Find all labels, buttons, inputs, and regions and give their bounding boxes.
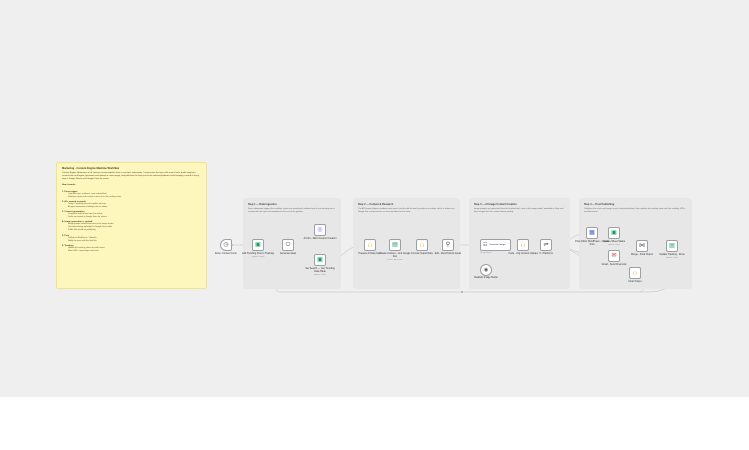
node-sheet-status[interactable]: ▣: [608, 227, 620, 239]
edit-icon: ⚲: [445, 242, 451, 248]
sticky-step: 2. AI + search research Tavily / Perplex…: [62, 201, 201, 209]
sticky-step-item: Store URLs, timestamps and costs: [68, 249, 99, 252]
section-title: Step 1 — Data Ingestion: [248, 203, 277, 206]
document-icon: ▤: [669, 243, 675, 249]
sticky-note[interactable]: Marketing · Content Engine Machine Workf…: [56, 162, 207, 289]
node-label-text: Update Tracking - Done: [659, 253, 685, 256]
node-image-agent[interactable]: ☷ Generate Image: [480, 239, 511, 251]
merge-icon: ⋈: [639, 243, 645, 249]
node-label: Merge - Final Output: [631, 253, 653, 256]
node-form-trigger[interactable]: ◷: [220, 239, 232, 251]
section-description: Image prompts are generated from the fin…: [474, 208, 564, 213]
node-research-ai[interactable]: ◎: [314, 224, 326, 236]
node-create-doc[interactable]: ▤: [389, 239, 401, 251]
section-title: Step 4 — Post Publishing: [584, 203, 615, 206]
node-code-prepare[interactable]: { }: [364, 239, 376, 251]
node-final-sheet[interactable]: ▤: [666, 240, 678, 252]
sheets-icon: ▣: [611, 230, 617, 236]
node-label: Enter: Content Form: [215, 252, 237, 255]
sticky-intro: Content Engine. Automates a full content…: [62, 172, 200, 180]
gmail-icon: ✉: [611, 253, 617, 259]
node-final-output[interactable]: { }: [629, 267, 641, 279]
node-label: AI Info - SEO Content Creation: [303, 237, 337, 240]
sticky-step-item: AI agent summarizes findings into an out…: [68, 206, 108, 208]
code-icon: { }: [368, 242, 372, 247]
sticky-step: 1. Form trigger Captures topic, audience…: [62, 191, 201, 199]
code-icon: { }: [420, 242, 424, 247]
power-icon: ⏻: [285, 242, 291, 248]
node-sublabel: update: sheet: [607, 243, 621, 246]
node-label-text: Update Sheet Status: [602, 240, 626, 243]
workflow-canvas[interactable]: Marketing · Content Engine Machine Workf…: [0, 0, 749, 397]
node-code-format[interactable]: { }: [416, 239, 428, 251]
node-sublabel: create: document: [387, 258, 403, 261]
sticky-step-item: Validates inputs and creates a new row i…: [68, 195, 122, 198]
node-label-text: Add Trending Post to Tracking: [241, 252, 275, 255]
node-label: Realistic Image Model: [474, 276, 498, 279]
node-label: Gmail - Send Final Link: [601, 263, 627, 266]
sticky-step: 5. Post Publish to WordPress / LinkedIn …: [62, 235, 201, 243]
node-sheets-add[interactable]: ▣: [252, 239, 264, 251]
sticky-step: 4. Image generation + upload Image promp…: [62, 221, 201, 232]
ai-agent-icon: ◎: [317, 227, 323, 233]
section-description: Publishes the article and image to each …: [584, 208, 685, 213]
node-label: Add Trending Post to Tracking append: sh…: [241, 252, 275, 259]
node-label: If - Platforms: [539, 252, 553, 255]
section-title: Step 3 — AI Image Content Creation: [474, 203, 517, 206]
code-icon: { }: [521, 242, 525, 247]
node-label: Final Output: [628, 280, 642, 283]
sticky-step: 3. Content generation Long-form draft wr…: [62, 211, 201, 219]
sticky-title: Marketing · Content Engine Machine Workf…: [62, 167, 120, 170]
section-title: Step 2 — Content & Research: [358, 203, 394, 206]
node-wordpress[interactable]: ▦: [586, 227, 598, 239]
form-trigger-icon: ◷: [223, 242, 229, 248]
node-image-model[interactable]: ◉: [480, 264, 492, 276]
sticky-step-item: Notify the team with the final link: [68, 239, 97, 242]
node-label-text: Set Search — Get Trending Data Table: [305, 267, 335, 273]
node-merge-final[interactable]: ⋈: [636, 240, 648, 252]
node-sublabel: Image Agent: [480, 252, 492, 254]
node-code-merge[interactable]: { }: [517, 239, 529, 251]
node-sublabel: update: sheet: [665, 256, 679, 259]
sticky-step: 6. Tracking Update the tracking sheet ro…: [62, 245, 201, 253]
node-gmail[interactable]: ✉: [608, 250, 620, 262]
node-edit-prompt[interactable]: ⚲: [442, 239, 454, 251]
document-icon: ▤: [392, 242, 398, 248]
section-description: Form submission triggers the workflow. I…: [248, 208, 335, 213]
node-label: Generate ideas: [279, 252, 297, 255]
node-set-row[interactable]: ▣: [314, 254, 326, 266]
model-icon: ◉: [483, 266, 489, 273]
node-switch[interactable]: ⇌: [540, 239, 552, 251]
sheets-icon: ▣: [255, 242, 261, 248]
code-icon: { }: [633, 270, 637, 275]
switch-icon: ⇌: [543, 242, 549, 248]
node-label: Update Sheet Status update: sheet: [597, 240, 631, 247]
node-label: Edit - Idea Prompt Inputs: [434, 252, 462, 255]
node-label: Set Search — Get Trending Data Table upd…: [303, 267, 337, 276]
node-sublabel: append: sheet: [251, 255, 265, 258]
node-label: Update Tracking - Done update: sheet: [655, 253, 689, 260]
agent-icon: ☷: [483, 241, 488, 248]
sticky-step-item: Drafts are saved as Google Docs for revi…: [68, 216, 107, 219]
node-label: Image Agent: [469, 252, 503, 255]
wordpress-icon: ▦: [589, 230, 595, 236]
node-sublabel: update: sheet: [313, 273, 327, 276]
sheets-icon: ▣: [317, 257, 323, 263]
node-inline-label: Generate Image: [489, 243, 506, 246]
node-generate[interactable]: ⏻: [282, 239, 294, 251]
sticky-step-item: Public link stored for publishing: [68, 229, 96, 232]
section-description: The AI Research Agent combines web searc…: [358, 208, 455, 213]
